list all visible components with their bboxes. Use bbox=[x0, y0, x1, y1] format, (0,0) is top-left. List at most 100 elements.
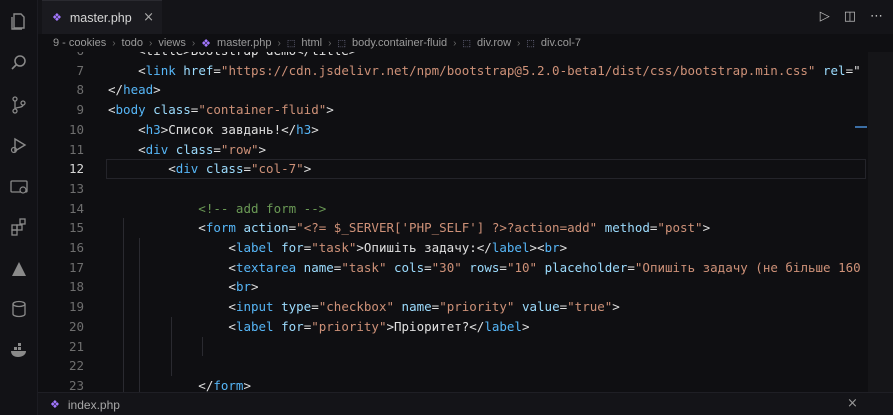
breadcrumb-item[interactable]: todo bbox=[122, 37, 143, 49]
code-line[interactable]: <div class="col-7"> bbox=[108, 159, 311, 179]
more-actions-icon[interactable]: ⋯ bbox=[870, 9, 883, 24]
files-icon[interactable] bbox=[8, 10, 30, 32]
extensions-icon[interactable] bbox=[8, 216, 30, 238]
code-token: < bbox=[108, 279, 236, 295]
code-line[interactable]: <label for="task">Опишіть задачу:</label… bbox=[108, 238, 567, 258]
breadcrumb-item[interactable]: body.container-fluid bbox=[352, 37, 447, 49]
code-line[interactable]: <h3>Список завдань!</h3> bbox=[108, 120, 319, 140]
code-token: <title>Bootstrap demo</title> bbox=[108, 52, 356, 58]
code-line[interactable]: <body class="container-fluid"> bbox=[108, 100, 334, 120]
code-token: label bbox=[235, 318, 274, 334]
breadcrumb-item[interactable]: div.row bbox=[477, 37, 511, 49]
code-line[interactable]: <link href="https://cdn.jsdelivr.net/npm… bbox=[108, 61, 861, 81]
code-token: = bbox=[559, 299, 568, 315]
line-number: 23 bbox=[68, 377, 84, 392]
code-token: "10" bbox=[506, 259, 538, 275]
close-icon[interactable]: × bbox=[847, 396, 858, 411]
line-number: 7 bbox=[76, 62, 84, 78]
code-line[interactable]: <br> bbox=[108, 277, 259, 297]
code-token: rows bbox=[461, 259, 500, 275]
code-token: < bbox=[108, 259, 236, 275]
line-number: 14 bbox=[68, 200, 84, 216]
code-token: > bbox=[258, 141, 267, 157]
remote-explorer-icon[interactable] bbox=[8, 176, 30, 198]
code-line[interactable]: <textarea name="task" cols="30" rows="10… bbox=[108, 258, 861, 278]
breadcrumb-item[interactable]: master.php bbox=[217, 37, 271, 49]
docker-icon[interactable] bbox=[8, 340, 30, 362]
breadcrumb-item[interactable]: views bbox=[158, 37, 186, 49]
tab-label: master.php bbox=[69, 10, 132, 25]
run-debug-icon[interactable] bbox=[8, 134, 30, 156]
code-line[interactable]: <form action="<?= $_SERVER['PHP_SELF'] ?… bbox=[108, 218, 710, 238]
element-icon: ⬚ bbox=[337, 37, 346, 48]
line-number: 18 bbox=[68, 279, 84, 295]
code-token: form bbox=[213, 377, 244, 392]
code-line[interactable]: </head> bbox=[108, 80, 161, 100]
tab-master-php[interactable]: ❖ master.php × bbox=[42, 0, 162, 34]
indent-guide bbox=[171, 316, 172, 376]
line-number: 20 bbox=[68, 318, 84, 334]
code-token: <!-- add form --> bbox=[108, 200, 327, 216]
code-token: < bbox=[108, 161, 176, 177]
code-token: = bbox=[499, 259, 507, 275]
code-token: < bbox=[108, 240, 236, 255]
code-token: body bbox=[115, 102, 146, 118]
search-icon[interactable] bbox=[8, 52, 30, 74]
code-token: "col-7" bbox=[251, 161, 304, 177]
line-number: 13 bbox=[68, 180, 84, 196]
code-token: "task" bbox=[341, 259, 387, 275]
code-token: > bbox=[303, 161, 312, 177]
element-icon: ⬚ bbox=[526, 37, 535, 48]
code-line[interactable]: <div class="row"> bbox=[108, 140, 266, 160]
vertical-scrollbar[interactable] bbox=[868, 52, 893, 392]
code-token: >< bbox=[529, 240, 545, 255]
breadcrumb-item[interactable]: 9 - cookies bbox=[53, 37, 106, 49]
code-token: > bbox=[702, 220, 711, 236]
database-icon[interactable] bbox=[8, 298, 30, 320]
deploy-icon[interactable] bbox=[8, 258, 30, 280]
code-editor[interactable]: 6 <title>Bootstrap demo</title>7 <link h… bbox=[38, 52, 868, 392]
code-token: = bbox=[311, 299, 319, 315]
code-token: "post" bbox=[657, 220, 703, 236]
code-token: "<?= $_SERVER['PHP_SELF'] ?>?action=add" bbox=[296, 220, 598, 236]
code-token: type bbox=[273, 299, 312, 315]
code-token: for bbox=[273, 318, 304, 334]
element-icon: ⬚ bbox=[462, 37, 472, 48]
chevron-right-icon: › bbox=[191, 37, 196, 49]
indent-guide bbox=[123, 218, 124, 392]
run-file-icon[interactable]: ▷ bbox=[820, 9, 830, 24]
chevron-right-icon: › bbox=[277, 37, 281, 49]
code-line[interactable]: <input type="checkbox" name="priority" v… bbox=[108, 297, 619, 317]
code-line[interactable]: </form> bbox=[108, 376, 251, 392]
scroll-position-marker bbox=[855, 126, 867, 128]
code-token: action bbox=[235, 220, 289, 236]
code-token: "row" bbox=[220, 141, 259, 157]
editor-actions: ▷ ◫ ⋯ bbox=[820, 9, 883, 24]
tab-index-php[interactable]: ❖ index.php bbox=[44, 393, 120, 415]
code-token: =" bbox=[845, 62, 861, 78]
line-number: 19 bbox=[68, 299, 84, 315]
code-token: class bbox=[198, 161, 244, 177]
code-line[interactable]: <title>Bootstrap demo</title> bbox=[108, 52, 356, 61]
code-token: "Опишіть задачу (не більше 160 bbox=[634, 259, 861, 275]
code-token: > bbox=[251, 279, 259, 295]
source-control-icon[interactable] bbox=[8, 94, 30, 116]
code-token: h3 bbox=[296, 121, 312, 137]
breadcrumb-item[interactable]: html bbox=[301, 37, 322, 49]
indent-guide bbox=[139, 238, 140, 392]
php-file-icon: ❖ bbox=[50, 398, 60, 411]
line-number: 9 bbox=[76, 102, 84, 118]
code-token: div bbox=[175, 161, 199, 177]
code-token: "30" bbox=[431, 259, 462, 275]
close-icon[interactable]: × bbox=[143, 10, 154, 25]
code-line[interactable]: <!-- add form --> bbox=[108, 199, 326, 219]
code-token: label bbox=[235, 240, 274, 255]
code-token: rel bbox=[815, 62, 846, 78]
code-token: > bbox=[311, 121, 319, 137]
activity-bar bbox=[0, 0, 38, 415]
split-editor-icon[interactable]: ◫ bbox=[844, 9, 856, 24]
code-token: form bbox=[205, 220, 236, 236]
breadcrumb-item[interactable]: div.col-7 bbox=[541, 37, 581, 49]
code-token: < bbox=[108, 299, 236, 315]
element-icon: ⬚ bbox=[286, 37, 296, 48]
